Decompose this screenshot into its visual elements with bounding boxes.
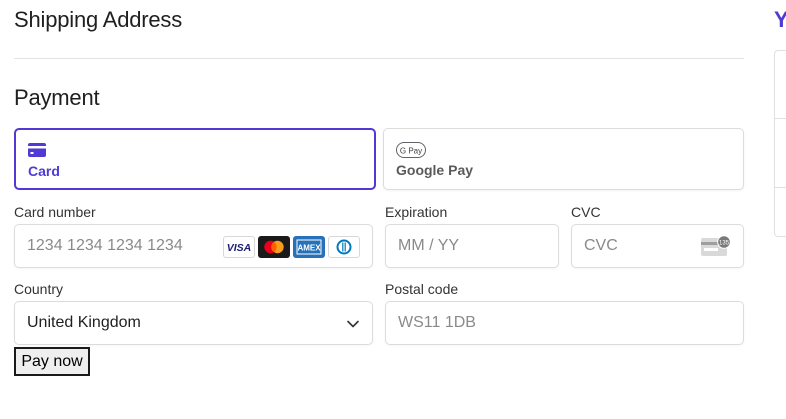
visa-icon: VISA — [223, 236, 255, 258]
pay-now-button[interactable]: Pay now — [14, 347, 90, 376]
country-select[interactable]: United Kingdom — [14, 301, 373, 345]
cvc-card-icon: 135 — [701, 235, 731, 264]
postal-code-label: Postal code — [385, 281, 459, 297]
google-pay-tab-label: Google Pay — [396, 162, 474, 178]
summary-heading: Y — [774, 7, 786, 32]
google-pay-badge-text: G Pay — [400, 146, 422, 155]
svg-text:AMEX: AMEX — [297, 244, 321, 253]
cvc-hint-number: 135 — [719, 240, 730, 246]
payment-method-card-tab[interactable]: Card — [14, 128, 376, 190]
payment-method-google-pay-tab[interactable]: G Pay Google Pay — [383, 128, 744, 190]
section-divider — [14, 58, 744, 59]
expiration-field — [385, 224, 559, 268]
postal-code-input[interactable] — [398, 302, 728, 344]
expiration-input[interactable] — [398, 225, 548, 267]
checkout-page: Shipping Address Payment Y Card G Pay Go… — [0, 0, 786, 419]
card-number-label: Card number — [14, 204, 96, 220]
summary-panel-row — [774, 187, 786, 237]
card-number-field: VISA AMEX — [14, 224, 373, 268]
card-tab-label: Card — [28, 163, 60, 179]
diners-club-icon — [328, 236, 360, 258]
cvc-field: 135 — [571, 224, 744, 268]
card-brand-icons: VISA AMEX — [223, 236, 360, 258]
postal-code-field — [385, 301, 744, 345]
payment-heading: Payment — [14, 85, 100, 110]
mastercard-icon — [258, 236, 290, 258]
country-value: United Kingdom — [27, 314, 141, 331]
summary-panel-row — [774, 50, 786, 119]
svg-text:VISA: VISA — [227, 242, 252, 254]
google-pay-icon: G Pay — [396, 142, 426, 163]
chevron-down-icon — [346, 317, 360, 336]
card-icon — [28, 143, 46, 162]
cvc-input[interactable] — [584, 225, 694, 267]
cvc-label: CVC — [571, 204, 601, 220]
summary-panel-row — [774, 118, 786, 188]
shipping-address-heading: Shipping Address — [14, 7, 183, 32]
country-label: Country — [14, 281, 64, 297]
card-number-input[interactable] — [27, 225, 227, 267]
expiration-label: Expiration — [385, 204, 448, 220]
amex-icon: AMEX — [293, 236, 325, 258]
